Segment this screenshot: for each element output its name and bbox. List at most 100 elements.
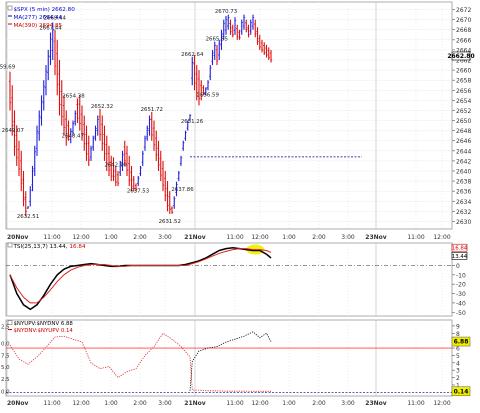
x-tick-label: 12:00 xyxy=(251,234,268,241)
x-tick-label: 12:00 xyxy=(251,400,268,407)
y-tick-label: 2638 xyxy=(456,179,471,186)
x-tick-label: 3:00 xyxy=(341,400,355,407)
breadth-panel: 01234567892.50.07.55.02.50.0 $NYUPV:$NYD… xyxy=(1,319,471,407)
breadth-lines xyxy=(9,331,272,392)
price-bar xyxy=(31,165,34,192)
price-bar xyxy=(38,110,41,141)
breadth-x-axis: 20Nov 11:00 12:00 1:00 2:00 3:00 21Nov 11:00 12:… xyxy=(7,400,451,407)
price-bar xyxy=(258,34,261,50)
breadth-inverse-line xyxy=(9,332,271,392)
y-tick-label: 4 xyxy=(456,360,460,367)
y-tick-label: 2632 xyxy=(456,209,471,216)
price-annotation: 2637.86 xyxy=(171,187,194,193)
price-bar xyxy=(263,42,266,55)
price-annotation: 2651.26 xyxy=(181,119,204,125)
x-tick-label: 3:00 xyxy=(158,234,172,241)
legend-checkbox-icon[interactable] xyxy=(7,320,13,325)
y-tick-label: 2648 xyxy=(456,128,471,135)
left-y-tick-label: 0.0 xyxy=(1,342,10,348)
y-tick-label: 2658 xyxy=(456,78,471,85)
x-tick-label: 11:00 xyxy=(407,234,424,241)
price-annotation: 2652.32 xyxy=(91,104,113,110)
price-last-value-tag: 2662.80 xyxy=(447,51,475,61)
x-tick-label: 11:00 xyxy=(226,234,243,241)
price-bar xyxy=(249,19,252,35)
price-frame xyxy=(5,1,453,230)
x-tick-label: 11:00 xyxy=(43,400,60,407)
price-bar xyxy=(56,39,59,96)
price-bar xyxy=(193,54,196,91)
price-bar xyxy=(26,206,30,209)
price-annotations: 2659.692649.072632.512669.442667.442648.… xyxy=(0,9,237,225)
y-tick-label: 2630 xyxy=(456,219,471,226)
y-tick-label: 2636 xyxy=(456,189,471,196)
chart-canvas: 2630263226342636263826402642264426462648… xyxy=(0,1,475,407)
price-bar xyxy=(238,29,241,40)
last-value-tag-label: 2662.80 xyxy=(447,53,474,60)
y-tick-label: 5 xyxy=(456,353,460,360)
price-annotation: 2665.65 xyxy=(206,37,228,43)
legend-label: TSI(25,13,7) 13.44, xyxy=(13,244,68,250)
price-bar xyxy=(215,44,219,66)
price-bar xyxy=(166,181,169,212)
price-x-axis: 20Nov 11:00 12:00 1:00 2:00 3:00 21Nov 11:00 12:… xyxy=(7,234,451,241)
price-bar xyxy=(260,39,264,53)
legend-checkbox-icon[interactable] xyxy=(7,242,13,248)
x-tick-label: 20Nov xyxy=(7,234,28,241)
price-bar xyxy=(267,47,270,61)
y-tick-label: 0 xyxy=(456,263,460,270)
y-tick-label: 2652 xyxy=(456,108,471,115)
breadth-legend: $NYUPV:$NYDNV 6.88$NYDNV:$NYUPV 0.14 xyxy=(7,320,73,334)
price-bar xyxy=(8,71,12,111)
price-bar xyxy=(76,98,79,124)
price-bar xyxy=(251,14,255,30)
price-bar xyxy=(60,80,63,126)
x-tick-label: 12:00 xyxy=(433,234,450,241)
legend-checkbox-icon[interactable] xyxy=(7,5,13,11)
y-tick-label: 2668 xyxy=(456,27,471,34)
price-bar xyxy=(110,155,113,182)
x-tick-label: 12:00 xyxy=(72,400,89,407)
price-bar xyxy=(265,44,268,58)
price-bar xyxy=(209,65,212,81)
price-bar xyxy=(94,125,97,141)
price-annotation: 2651.72 xyxy=(141,107,163,113)
y-tick-label: 2650 xyxy=(456,118,471,125)
price-panel: 2630 2632 2634 2636 2638 2640 2642 2644 2646 2648… xyxy=(0,1,475,241)
price-bar xyxy=(211,49,214,66)
x-tick-label: 23Nov xyxy=(365,400,386,407)
x-tick-label: 3:00 xyxy=(158,400,172,407)
y-tick-label: -40 xyxy=(456,300,466,307)
x-tick-label: 21Nov xyxy=(184,234,205,241)
price-bar xyxy=(240,19,243,35)
price-annotation: 2632.51 xyxy=(17,214,39,220)
price-annotation: 2637.53 xyxy=(127,188,149,194)
price-bar xyxy=(170,206,174,214)
price-bar xyxy=(47,49,50,81)
price-bar xyxy=(116,170,120,187)
breadth-line xyxy=(189,331,272,391)
breadth-value-tag-label: 0.14 xyxy=(454,388,469,395)
price-bar xyxy=(254,19,257,38)
x-tick-label: 3:00 xyxy=(341,234,355,241)
tsi-legend: TSI(25,13,7) 13.44, 16.84 xyxy=(7,242,86,250)
y-tick-label: 3 xyxy=(456,368,460,375)
tsi-line xyxy=(9,246,272,311)
price-bar xyxy=(150,111,153,141)
price-bar xyxy=(245,19,248,33)
price-bar xyxy=(96,115,99,136)
price-bar xyxy=(29,186,32,207)
price-bar xyxy=(130,165,133,192)
price-bar xyxy=(159,150,162,182)
price-bar xyxy=(114,165,117,187)
y-tick-label: 6 xyxy=(456,346,460,353)
price-bar xyxy=(24,191,27,217)
y-tick-label: 8 xyxy=(456,331,460,338)
tsi-grid xyxy=(5,242,453,317)
y-tick-label: 2644 xyxy=(456,148,471,155)
price-bar xyxy=(161,160,165,192)
price-bar xyxy=(148,115,151,136)
x-tick-label: 20Nov xyxy=(7,400,28,407)
left-y-tick-label: 7.5 xyxy=(1,353,10,359)
price-bar xyxy=(62,95,66,136)
